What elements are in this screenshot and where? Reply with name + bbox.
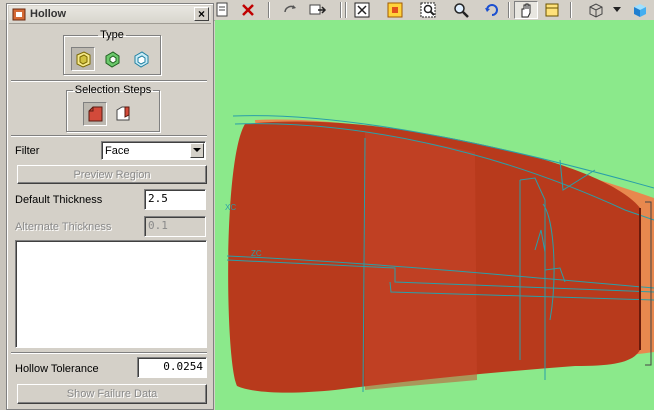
close-button[interactable]: ×	[194, 7, 209, 21]
preview-region-button[interactable]: Preview Region	[17, 165, 207, 184]
refresh-icon[interactable]	[482, 1, 502, 19]
hollow-tolerance-label: Hollow Tolerance	[15, 363, 99, 375]
face-hollow-button[interactable]	[71, 47, 95, 71]
axis-label-zc: ZC	[251, 249, 262, 258]
hollow-app-icon	[12, 8, 26, 24]
zoom-icon[interactable]	[451, 1, 471, 19]
face-select-icon	[88, 106, 103, 122]
toolbar-separator	[340, 2, 342, 18]
axis-label-xc: XC	[225, 203, 236, 212]
pan-hand-icon[interactable]	[514, 1, 538, 19]
selection-list-box[interactable]	[15, 240, 207, 348]
selection-steps-legend: Selection Steps	[74, 84, 152, 96]
separator	[11, 352, 207, 354]
close-icon: ×	[197, 7, 205, 21]
toolbar-separator	[268, 2, 270, 18]
chevron-down-icon[interactable]	[190, 143, 204, 158]
toolbar-separator	[570, 2, 572, 18]
face-hollow-icon	[76, 51, 91, 68]
filter-dropdown[interactable]: Face	[101, 141, 206, 160]
filter-value: Face	[105, 145, 130, 157]
document-icon[interactable]	[212, 1, 232, 19]
alternate-thickness-input[interactable]: 0.1	[144, 216, 206, 237]
face-select-button[interactable]	[83, 102, 107, 126]
separator	[11, 135, 207, 137]
region-hollow-button[interactable]	[100, 47, 124, 71]
default-thickness-input[interactable]: 2.5	[144, 189, 206, 210]
zoom-region-icon[interactable]	[418, 1, 438, 19]
separator	[11, 80, 207, 82]
graphics-viewport[interactable]: XC ZC	[215, 20, 654, 410]
alternate-face-button[interactable]	[111, 102, 135, 126]
body-hollow-button[interactable]	[129, 47, 153, 71]
pan-icon[interactable]	[308, 1, 328, 19]
view-cube-icon[interactable]	[586, 1, 606, 19]
alternate-thickness-label: Alternate Thickness	[15, 221, 112, 233]
body-shading	[365, 132, 477, 390]
toolbar-icon[interactable]	[542, 1, 562, 19]
show-failure-data-button[interactable]: Show Failure Data	[17, 384, 207, 404]
rotate-icon[interactable]	[280, 1, 300, 19]
fit-icon[interactable]	[352, 1, 372, 19]
hollow-tolerance-input[interactable]: 0.0254	[137, 357, 207, 378]
shaded-cube-icon[interactable]	[630, 1, 650, 19]
body-hollow-icon	[134, 51, 149, 68]
dialog-titlebar[interactable]: Hollow ×	[9, 6, 211, 24]
region-hollow-icon	[105, 51, 120, 68]
dialog-title: Hollow	[30, 8, 67, 20]
chevron-down-icon[interactable]	[612, 1, 622, 19]
delete-icon[interactable]	[238, 1, 258, 19]
alternate-face-icon	[116, 106, 130, 121]
type-group-legend: Type	[100, 29, 124, 41]
filter-label: Filter	[15, 145, 40, 157]
default-thickness-label: Default Thickness	[15, 194, 103, 206]
toolbar-separator	[508, 2, 510, 18]
hollow-dialog: Hollow × Type Selection Steps Filter Fac…	[6, 3, 214, 410]
model-view: XC ZC	[225, 115, 654, 393]
toolbar-separator	[345, 2, 347, 18]
zoom-box-icon[interactable]	[385, 1, 405, 19]
